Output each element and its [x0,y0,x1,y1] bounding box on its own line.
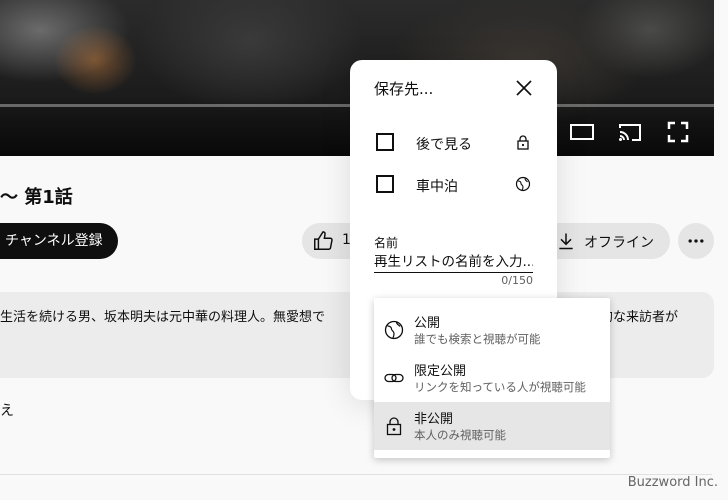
offline-label: オフライン [584,235,654,251]
playlist-item-shachuhaku[interactable]: 車中泊 [376,175,536,197]
option-subtitle: 誰でも検索と視聴が可能 [414,332,541,346]
subscribe-button[interactable]: チャンネル登録 [0,223,118,259]
more-actions-button[interactable] [678,223,714,259]
playlist-label: 車中泊 [416,179,458,195]
playlist-label: 後で見る [416,137,472,153]
cast-icon[interactable] [618,120,642,144]
globe-icon [515,176,531,192]
name-field-label: 名前 [374,236,399,250]
watermark: Buzzword Inc. [627,475,718,490]
divider [0,474,712,475]
privacy-option-unlisted[interactable]: 限定公開 リンクを知っている人が視聴可能 [374,354,610,402]
option-subtitle: リンクを知っている人が視聴可能 [414,380,586,394]
fullscreen-icon[interactable] [666,120,690,144]
description-text: 生活を続ける男、坂本明夫は元中華の料理人。無愛想で [0,310,326,325]
privacy-option-private[interactable]: 非公開 本人のみ視聴可能 [374,402,610,450]
theater-mode-icon[interactable] [570,120,594,144]
close-icon[interactable] [514,78,534,98]
privacy-option-public[interactable]: 公開 誰でも検索と視聴が可能 [374,306,610,354]
thumb-up-icon [314,231,333,250]
privacy-dropdown-menu: 公開 誰でも検索と視聴が可能 限定公開 リンクを知っている人が視聴可能 非公開 … [374,298,610,458]
option-subtitle: 本人のみ視聴可能 [414,428,506,442]
playlist-checkbox[interactable] [376,175,394,193]
dialog-title: 保存先... [374,80,434,98]
offline-download-button[interactable]: オフライン [546,223,670,259]
video-title: 〜 第1話 [0,187,73,208]
description-text-continued: 的な来訪者が [600,310,679,325]
option-title: 公開 [414,316,441,331]
name-char-counter: 0/150 [501,274,533,287]
option-title: 非公開 [414,412,454,427]
comment-fragment: え [0,403,14,419]
download-icon [559,233,573,250]
playlist-name-input[interactable]: 再生リストの名前を入力... [374,250,533,273]
lock-icon [386,417,402,436]
globe-icon [384,320,404,340]
playlist-item-watch-later[interactable]: 後で見る [376,133,536,155]
link-icon [384,373,404,383]
playlist-checkbox[interactable] [376,133,394,151]
lock-icon [517,135,529,150]
option-title: 限定公開 [414,364,467,379]
more-horizontal-icon [688,239,704,243]
